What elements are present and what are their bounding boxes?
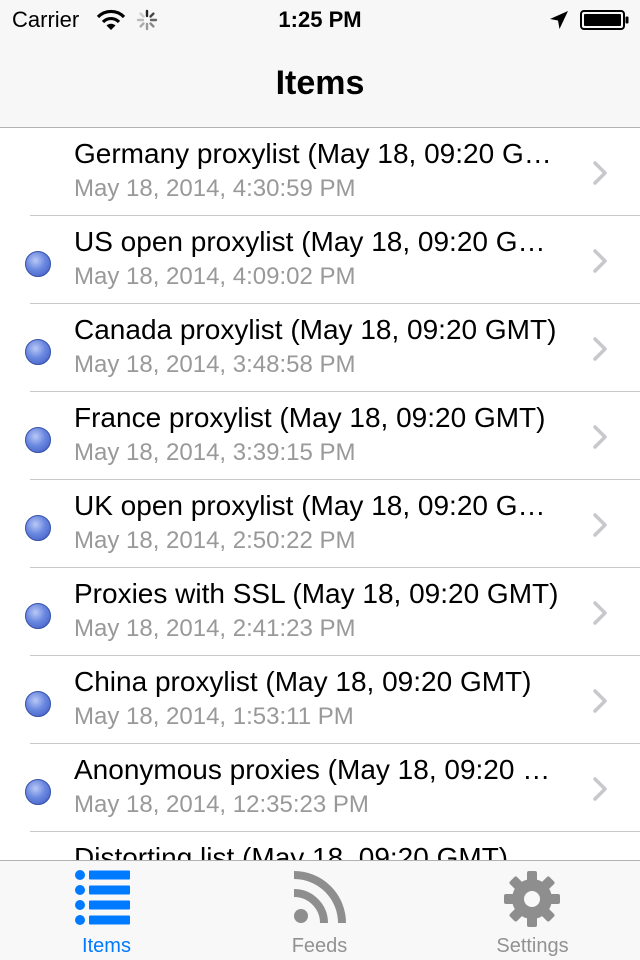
unread-dot-icon	[25, 251, 51, 277]
tab-feeds[interactable]: Feeds	[213, 861, 426, 960]
tab-feeds-label: Feeds	[291, 935, 348, 957]
tab-items-label: Items	[82, 935, 131, 957]
gear-icon	[504, 871, 560, 927]
item-title: Canada proxylist (May 18, 09:20 GMT)	[74, 314, 557, 345]
page-title: Items	[275, 64, 365, 102]
item-title: Anonymous proxies (May 18, 09:20 GMT)	[74, 754, 564, 785]
unread-dot-icon	[25, 603, 51, 629]
item-title: France proxylist (May 18, 09:20 GMT)	[74, 402, 546, 433]
item-title: Germany proxylist (May 18, 09:20 GMT)	[74, 138, 564, 169]
list-item[interactable]: France proxylist (May 18, 09:20 GMT) May …	[0, 392, 640, 480]
unread-dot-icon	[25, 427, 51, 453]
item-title: Distorting list (May 18, 09:20 GMT)	[74, 842, 509, 860]
chevron-right-icon	[593, 601, 607, 625]
list-item[interactable]: China proxylist (May 18, 09:20 GMT) May 1…	[0, 656, 640, 744]
item-date: May 18, 2014, 2:41:23 PM	[74, 615, 356, 642]
list-item[interactable]: Germany proxylist (May 18, 09:20 GMT) May…	[0, 128, 640, 216]
tab-bar: Items Feeds Settings	[0, 860, 640, 960]
chevron-right-icon	[593, 689, 607, 713]
tab-items[interactable]: Items	[0, 861, 213, 960]
list-item[interactable]: Proxies with SSL (May 18, 09:20 GMT) May …	[0, 568, 640, 656]
item-date: May 18, 2014, 3:39:15 PM	[74, 439, 356, 466]
list-item[interactable]: Canada proxylist (May 18, 09:20 GMT) May …	[0, 304, 640, 392]
chevron-right-icon	[593, 249, 607, 273]
rss-icon	[293, 871, 346, 924]
item-title: UK open proxylist (May 18, 09:20 GMT)	[74, 490, 564, 521]
item-date: May 18, 2014, 4:30:59 PM	[74, 175, 356, 202]
navigation-bar: Items	[0, 40, 640, 128]
item-title: US open proxylist (May 18, 09:20 GMT)	[74, 226, 564, 257]
unread-dot-icon	[25, 339, 51, 365]
list-item[interactable]: Distorting list (May 18, 09:20 GMT)	[0, 832, 640, 860]
list-icon	[75, 870, 130, 925]
status-bar: Carrier 1:25 PM	[0, 0, 640, 40]
list-item[interactable]: UK open proxylist (May 18, 09:20 GMT) May…	[0, 480, 640, 568]
item-title: Proxies with SSL (May 18, 09:20 GMT)	[74, 578, 559, 609]
item-date: May 18, 2014, 2:50:22 PM	[74, 527, 356, 554]
items-list[interactable]: Germany proxylist (May 18, 09:20 GMT) May…	[0, 128, 640, 860]
tab-settings-label: Settings	[496, 935, 569, 957]
tab-settings[interactable]: Settings	[426, 861, 639, 960]
chevron-right-icon	[593, 777, 607, 801]
location-arrow-icon	[550, 11, 568, 29]
item-title: China proxylist (May 18, 09:20 GMT)	[74, 666, 532, 697]
unread-dot-icon	[25, 691, 51, 717]
chevron-right-icon	[593, 513, 607, 537]
unread-dot-icon	[25, 515, 51, 541]
item-date: May 18, 2014, 4:09:02 PM	[74, 263, 356, 290]
chevron-right-icon	[593, 425, 607, 449]
battery-icon	[580, 10, 629, 30]
item-date: May 18, 2014, 3:48:58 PM	[74, 351, 356, 378]
item-date: May 18, 2014, 12:35:23 PM	[74, 791, 369, 818]
list-item[interactable]: US open proxylist (May 18, 09:20 GMT) May…	[0, 216, 640, 304]
status-time: 1:25 PM	[278, 7, 362, 32]
unread-dot-icon	[25, 779, 51, 805]
list-item[interactable]: Anonymous proxies (May 18, 09:20 GMT) May…	[0, 744, 640, 832]
item-date: May 18, 2014, 1:53:11 PM	[74, 703, 354, 730]
chevron-right-icon	[593, 161, 607, 185]
chevron-right-icon	[593, 337, 607, 361]
